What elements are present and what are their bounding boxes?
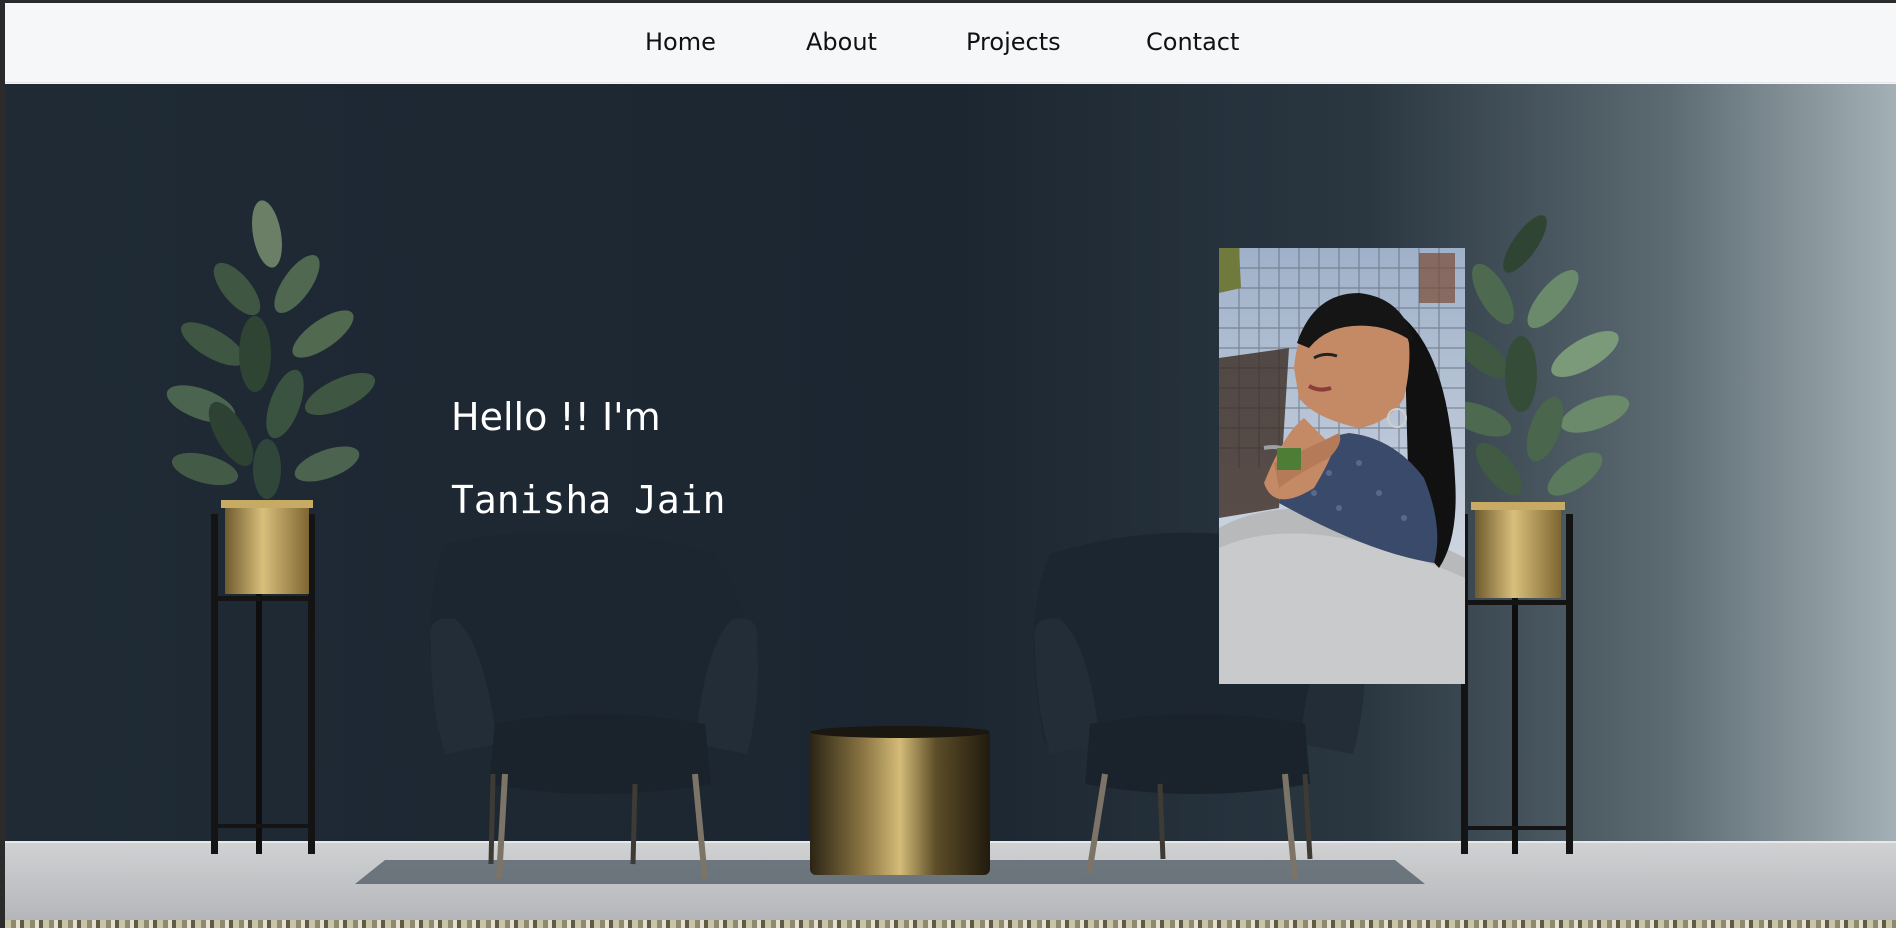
nav-link-home[interactable]: Home [645, 30, 716, 54]
hero-background-image [5, 84, 1896, 923]
top-navbar: Home About Projects Contact [5, 3, 1896, 83]
nav-link-contact[interactable]: Contact [1146, 30, 1239, 54]
hero-name: Tanisha Jain [451, 478, 726, 522]
hero-section: Hello !! I'm Tanisha Jain [5, 84, 1896, 923]
hero-greeting: Hello !! I'm [451, 395, 661, 439]
next-section-peek [5, 920, 1896, 928]
profile-photo [1219, 248, 1465, 684]
nav-link-about[interactable]: About [806, 30, 877, 54]
browser-viewport: Home About Projects Contact Hello !! I'm… [5, 3, 1896, 923]
gold-side-table [810, 726, 990, 875]
nav-link-projects[interactable]: Projects [966, 30, 1061, 54]
